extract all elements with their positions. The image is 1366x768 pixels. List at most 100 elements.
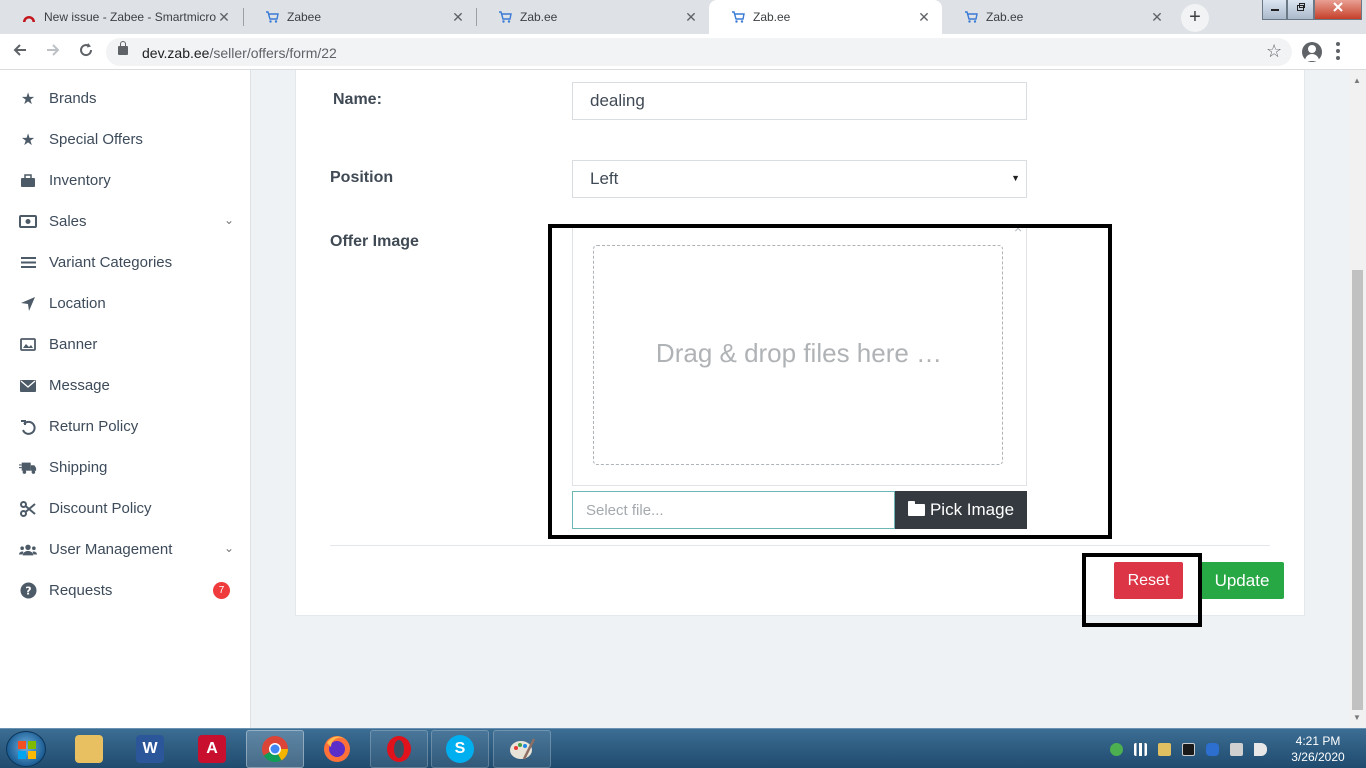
- taskbar-explorer[interactable]: [60, 730, 118, 768]
- sidebar-item-variant-categories[interactable]: Variant Categories: [0, 242, 250, 283]
- users-icon: [19, 541, 37, 559]
- paint-icon: [510, 738, 536, 760]
- taskbar-skype[interactable]: S: [431, 730, 489, 768]
- tab-zabee-active[interactable]: Zab.ee ✕: [709, 0, 942, 34]
- close-icon[interactable]: ✕: [450, 9, 466, 26]
- tab-new-issue[interactable]: New issue - Zabee - Smartmicro ✕: [0, 0, 242, 34]
- sidebar-item-label: Banner: [49, 336, 98, 353]
- url-text: dev.zab.ee/seller/offers/form/22: [142, 45, 337, 61]
- network-signal-icon[interactable]: [1134, 742, 1147, 756]
- sidebar-item-label: Location: [49, 295, 106, 312]
- taskbar-chrome[interactable]: [246, 730, 304, 768]
- page-scrollbar[interactable]: ▲ ▼: [1349, 70, 1366, 728]
- scroll-down-icon[interactable]: ▼: [1353, 713, 1361, 722]
- close-icon[interactable]: ✕: [216, 9, 232, 26]
- bookmark-star-icon[interactable]: ☆: [1266, 41, 1282, 62]
- sidebar-item-label: Inventory: [49, 172, 111, 189]
- envelope-icon: [19, 377, 37, 395]
- system-tray: [1110, 739, 1278, 759]
- taskbar-acrobat[interactable]: A: [183, 730, 241, 768]
- chevron-down-icon[interactable]: ⌄: [224, 541, 234, 555]
- sidebar-item-return-policy[interactable]: Return Policy: [0, 406, 250, 447]
- taskbar-word[interactable]: W: [121, 730, 179, 768]
- restore-icon: [1296, 3, 1305, 11]
- sidebar-item-sales[interactable]: Sales ⌄: [0, 201, 250, 242]
- scrollbar-thumb[interactable]: [1352, 270, 1363, 710]
- taskbar-paint[interactable]: [493, 730, 551, 768]
- security-shield-icon[interactable]: [1110, 742, 1123, 756]
- sidebar-item-message[interactable]: Message: [0, 365, 250, 406]
- position-label: Position: [330, 169, 394, 186]
- update-button[interactable]: Update: [1200, 562, 1284, 599]
- star-icon: ★: [20, 90, 36, 108]
- sidebar-item-label: Brands: [49, 90, 97, 107]
- profile-avatar-icon[interactable]: [1302, 42, 1322, 62]
- display-icon[interactable]: [1182, 742, 1195, 756]
- window-close-button[interactable]: [1314, 0, 1362, 20]
- tab-zabee-2[interactable]: Zab.ee ✕: [476, 0, 709, 34]
- forward-button[interactable]: [41, 40, 65, 64]
- sidebar-item-discount-policy[interactable]: Discount Policy: [0, 488, 250, 529]
- sidebar-item-requests[interactable]: ? Requests 7: [0, 570, 250, 611]
- taskbar-opera[interactable]: [370, 730, 428, 768]
- scroll-up-icon[interactable]: ▲: [1353, 76, 1361, 85]
- sidebar-item-shipping[interactable]: Shipping: [0, 447, 250, 488]
- system-clock[interactable]: 4:21 PM 3/26/2020: [1284, 733, 1352, 765]
- minimize-button[interactable]: [1262, 0, 1287, 20]
- sidebar-item-label: Discount Policy: [49, 500, 152, 517]
- arrow-left-icon: [13, 44, 26, 56]
- tab-title: New issue - Zabee - Smartmicro: [44, 10, 216, 24]
- reload-icon: [80, 43, 93, 57]
- bluetooth-icon[interactable]: [1206, 742, 1219, 756]
- arrow-right-icon: [47, 44, 60, 56]
- acrobat-icon: A: [198, 735, 226, 763]
- sidebar-item-label: Return Policy: [49, 418, 139, 435]
- maximize-button[interactable]: [1287, 0, 1314, 20]
- sidebar-item-banner[interactable]: Banner: [0, 324, 250, 365]
- reload-button[interactable]: [74, 40, 98, 64]
- scissors-icon: [19, 500, 37, 518]
- browser-menu-icon[interactable]: [1336, 42, 1340, 63]
- tab-zabee-4[interactable]: Zab.ee ✕: [942, 0, 1175, 34]
- browser-toolbar: dev.zab.ee/seller/offers/form/22 ☆: [0, 34, 1366, 70]
- sidebar-item-inventory[interactable]: Inventory: [0, 160, 250, 201]
- truck-icon: [19, 459, 37, 477]
- tab-title: Zabee: [287, 10, 322, 24]
- question-icon: ?: [19, 582, 37, 600]
- requests-count-badge: 7: [213, 582, 230, 599]
- cart-icon: [499, 11, 512, 23]
- chevron-down-icon[interactable]: ⌄: [224, 213, 234, 227]
- close-icon[interactable]: ✕: [916, 9, 932, 26]
- cart-icon: [266, 11, 279, 23]
- sidebar-item-location[interactable]: Location: [0, 283, 250, 324]
- sidebar-item-label: Sales: [49, 213, 87, 230]
- clock-date: 3/26/2020: [1291, 750, 1345, 764]
- firefox-icon: [324, 736, 350, 762]
- list-icon: [19, 254, 37, 272]
- volume-icon[interactable]: [1254, 742, 1267, 756]
- windows-explorer-icon: [75, 735, 103, 763]
- sidebar-item-special-offers[interactable]: ★ Special Offers: [0, 119, 250, 160]
- network-icon[interactable]: [1158, 742, 1171, 756]
- sidebar-item-brands[interactable]: ★ Brands: [0, 78, 250, 119]
- taskbar-firefox[interactable]: [308, 730, 366, 768]
- new-tab-button[interactable]: +: [1181, 4, 1209, 32]
- briefcase-icon: [19, 172, 37, 190]
- address-bar[interactable]: dev.zab.ee/seller/offers/form/22 ☆: [106, 38, 1292, 66]
- close-icon[interactable]: ✕: [683, 9, 699, 26]
- close-icon[interactable]: ✕: [1149, 9, 1165, 26]
- highlight-box-reset: [1082, 553, 1202, 627]
- svg-text:?: ?: [25, 585, 31, 598]
- back-button[interactable]: [8, 40, 32, 64]
- browser-tabstrip: New issue - Zabee - Smartmicro ✕ Zabee ✕…: [0, 0, 1366, 34]
- sidebar-item-label: Requests: [49, 582, 113, 599]
- position-select[interactable]: Left ▼: [572, 160, 1027, 198]
- name-input[interactable]: dealing: [572, 82, 1027, 120]
- image-icon: [19, 336, 37, 354]
- battery-icon[interactable]: [1230, 742, 1243, 756]
- chrome-icon: [262, 736, 289, 763]
- start-button[interactable]: [6, 731, 46, 767]
- sidebar-item-user-management[interactable]: User Management ⌄: [0, 529, 250, 570]
- sidebar: ★ Brands ★ Special Offers Inventory Sale…: [0, 70, 251, 728]
- tab-zabee[interactable]: Zabee ✕: [243, 0, 476, 34]
